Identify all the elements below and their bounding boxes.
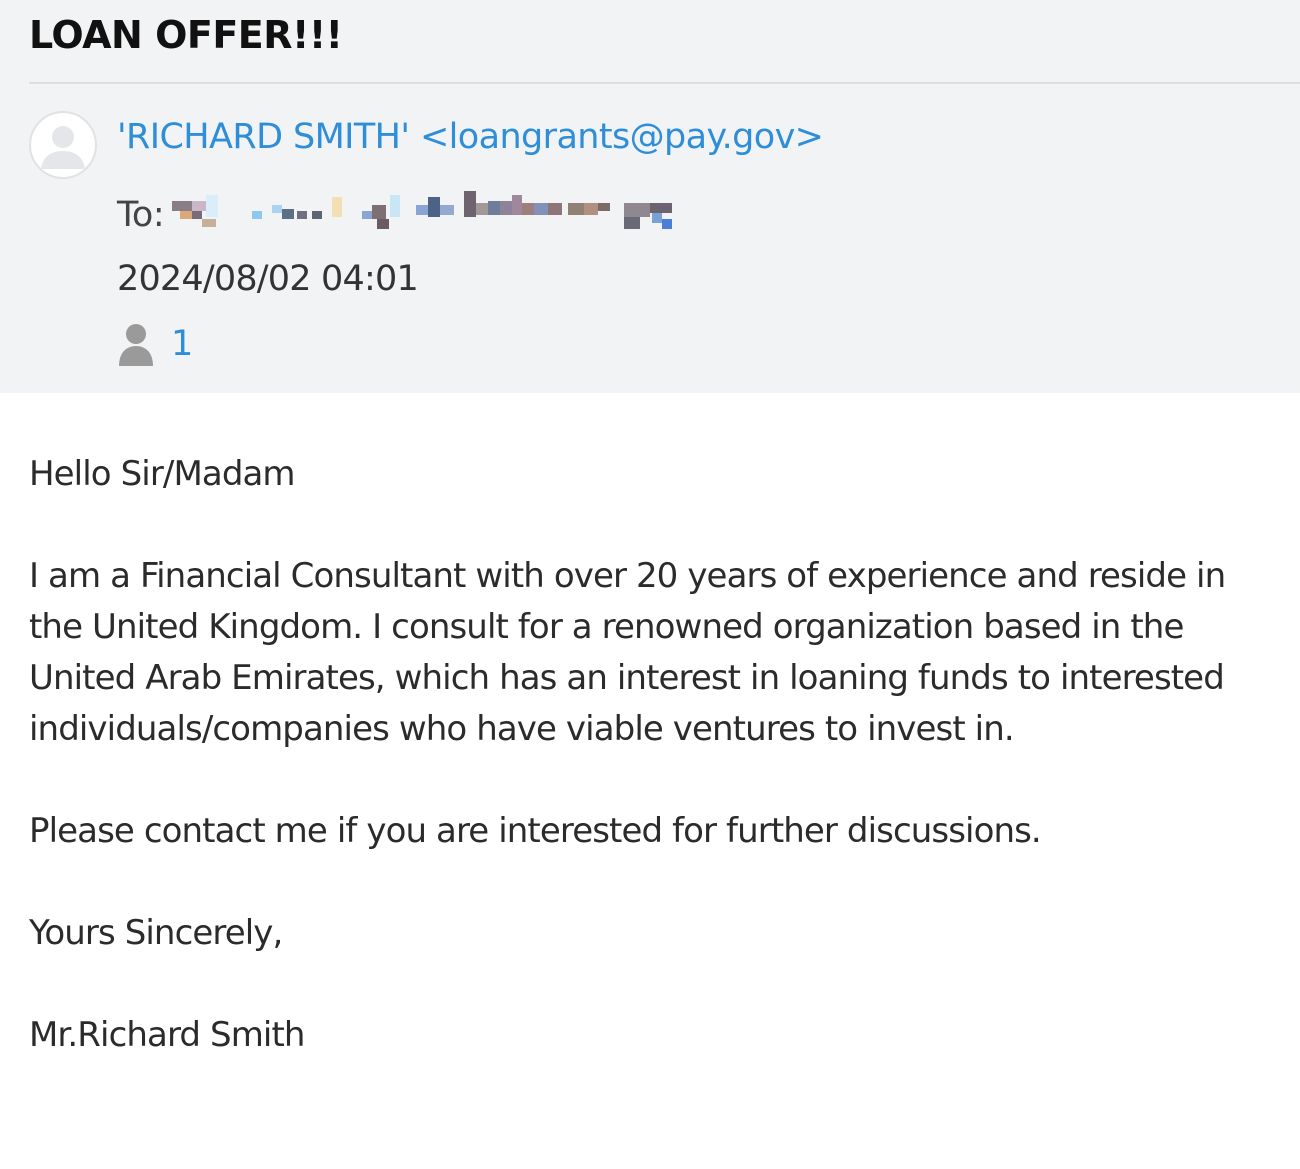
body-paragraph: Please contact me if you are interested … [29,811,1042,851]
body-paragraph: I am a Financial Consultant with over 20… [29,556,1226,749]
recipient-count[interactable]: 1 [171,324,193,364]
to-row: To: [117,190,732,240]
email-header: LOAN OFFER!!! 'RICHARD SMITH' <loangrant… [0,0,1300,393]
body-greeting: Hello Sir/Madam [29,454,296,494]
person-icon [119,324,153,366]
email-body: Hello Sir/Madam I am a Financial Consult… [29,449,1279,1061]
to-label: To: [117,195,165,235]
email-subject: LOAN OFFER!!! [29,13,343,57]
header-divider [29,82,1300,84]
body-closing: Yours Sincerely, [29,913,283,953]
body-signature: Mr.Richard Smith [29,1015,305,1055]
redacted-recipient-address[interactable] [172,190,732,240]
email-date: 2024/08/02 04:01 [117,259,419,299]
recipients-toggle[interactable]: 1 [117,320,193,368]
sender-address[interactable]: 'RICHARD SMITH' <loangrants@pay.gov> [117,114,824,160]
user-avatar-icon [29,111,97,179]
